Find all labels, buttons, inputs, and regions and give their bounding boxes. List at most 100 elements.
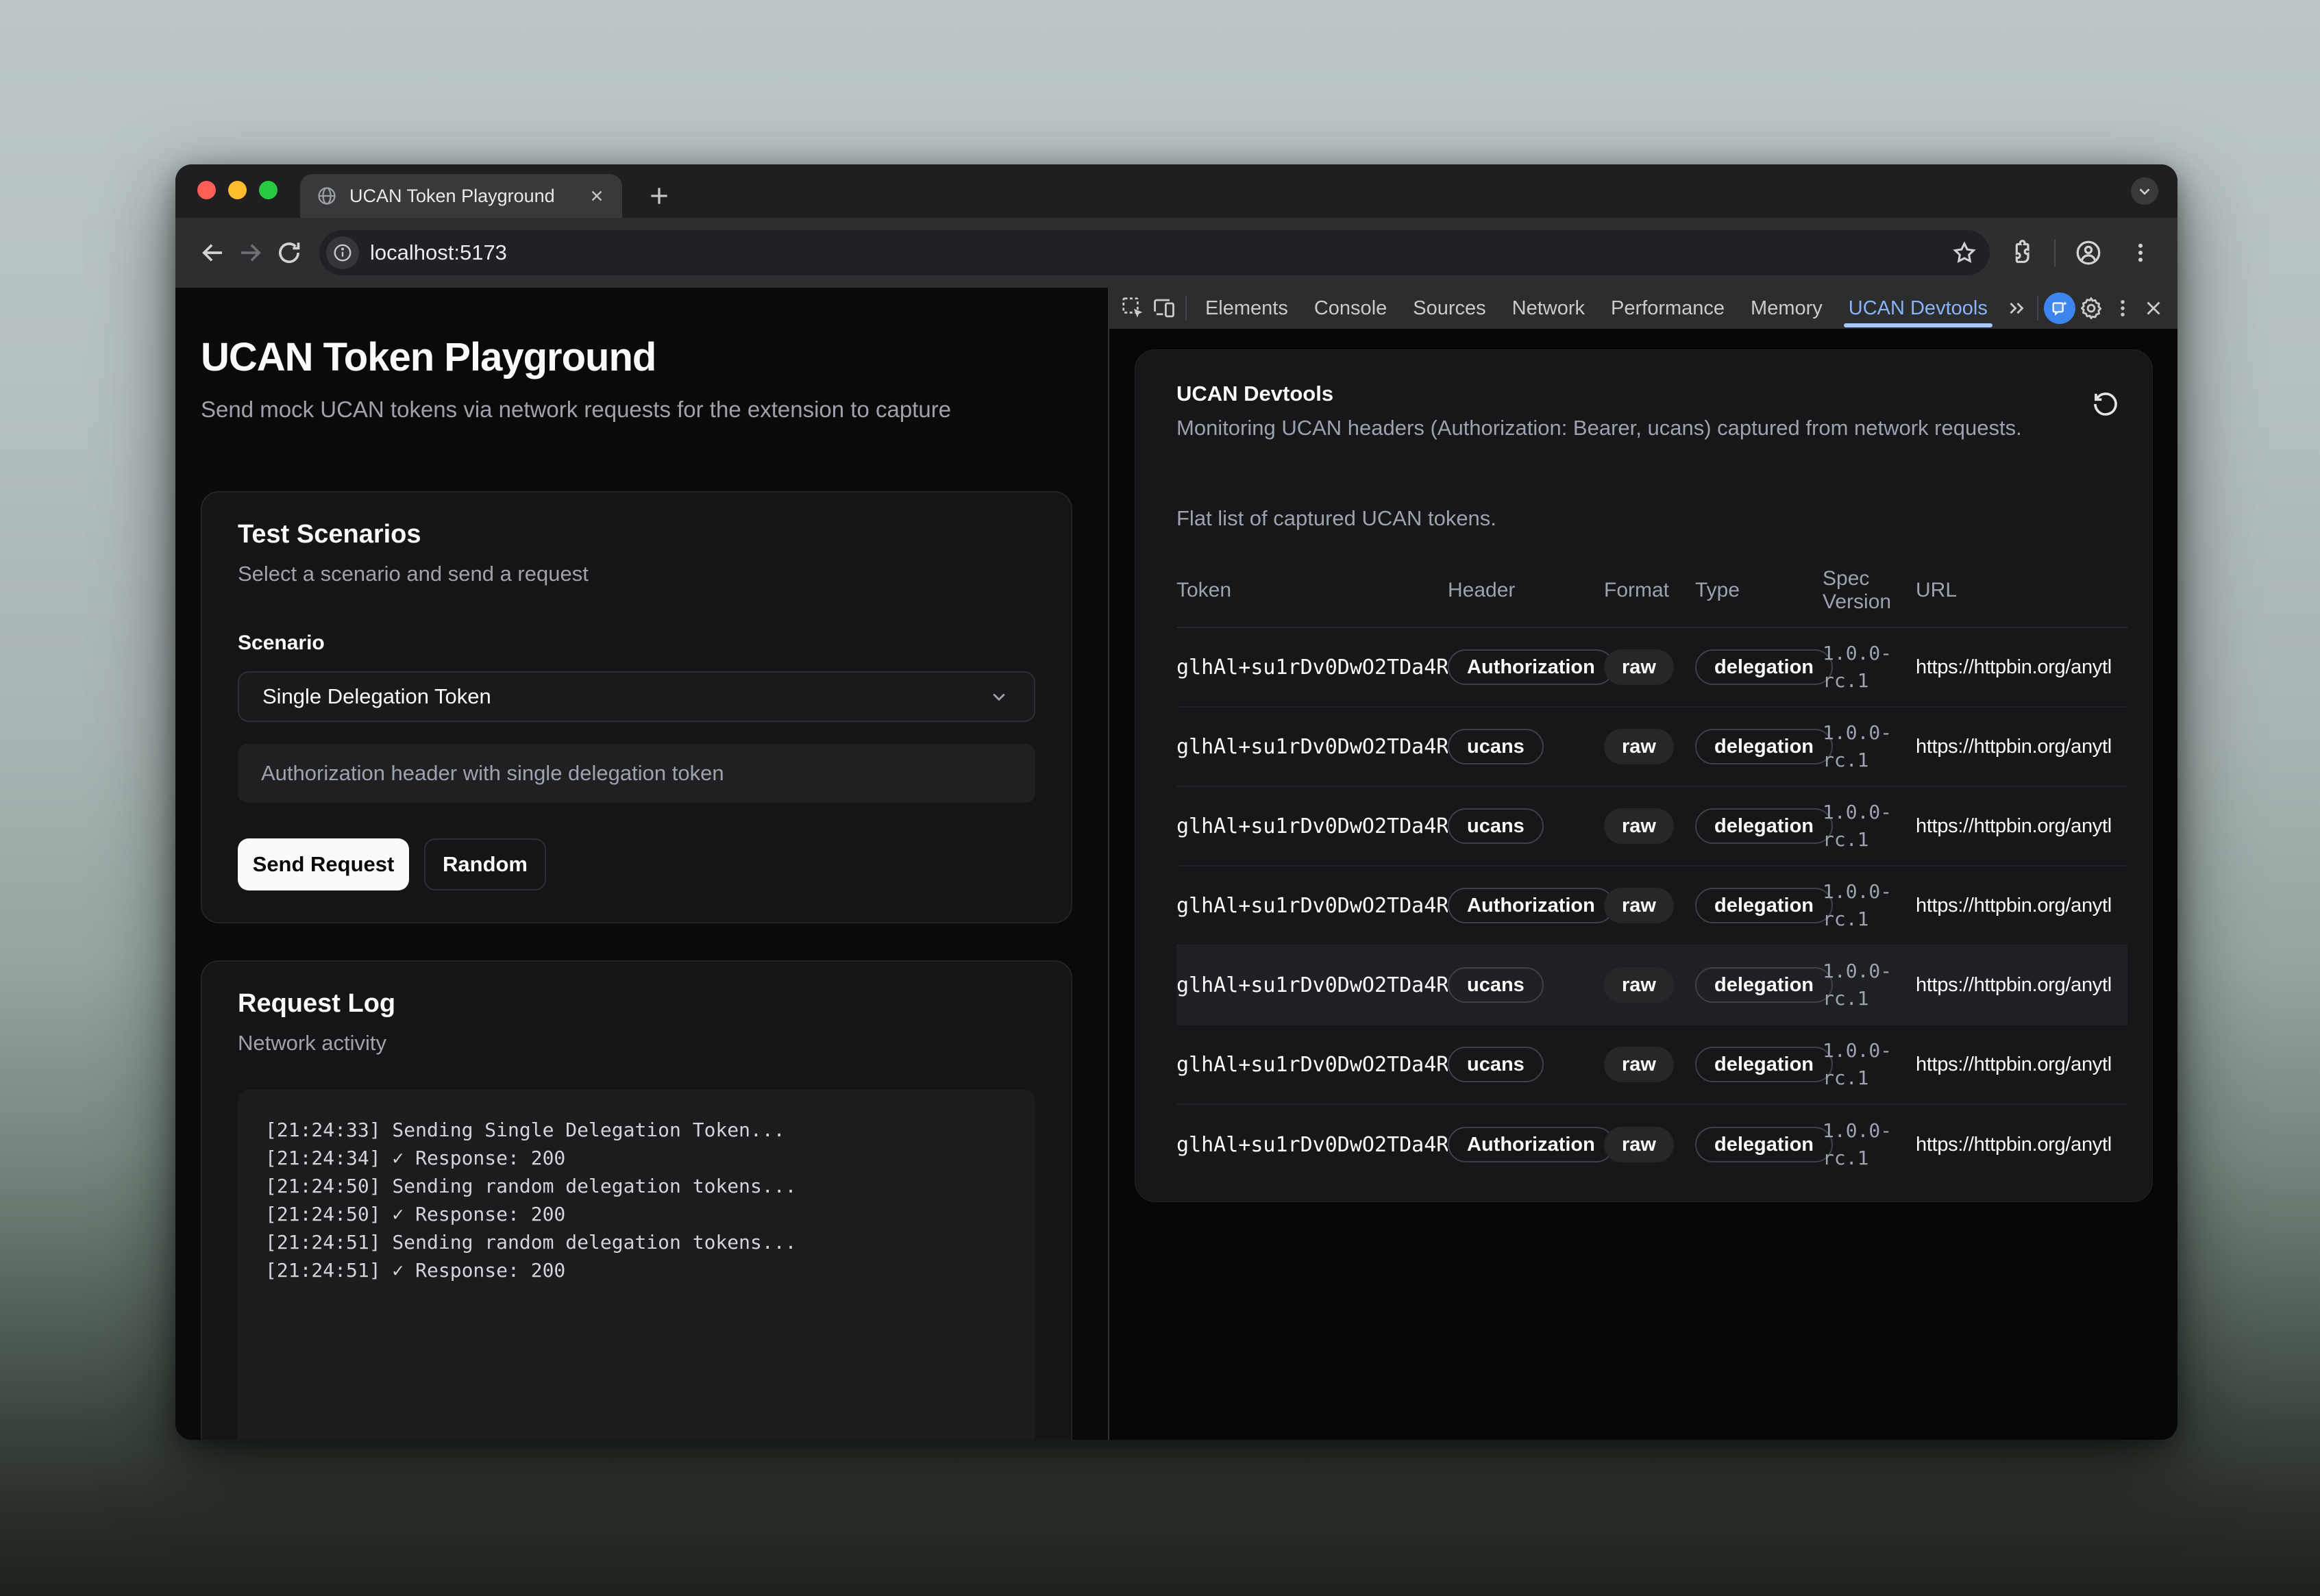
type-cell: delegation <box>1695 729 1823 764</box>
close-window-button[interactable] <box>197 181 216 199</box>
devtools-toolbar-divider-2 <box>2037 296 2038 321</box>
search-tabs-button[interactable] <box>2131 177 2158 205</box>
token-value: glhAl+su1rDv0DwO2TDa4Rd7… <box>1176 735 1448 759</box>
ai-assistance-icon[interactable] <box>2044 290 2075 326</box>
tab-performance[interactable]: Performance <box>1598 288 1738 329</box>
type-cell: delegation <box>1695 1047 1823 1082</box>
request-log-box: [21:24:33] Sending Single Delegation Tok… <box>238 1090 1035 1440</box>
token-value: glhAl+su1rDv0DwO2TDa4Rd7… <box>1176 894 1448 918</box>
tab-ucan-devtools[interactable]: UCAN Devtools <box>1836 288 2001 329</box>
tab-sources[interactable]: Sources <box>1400 288 1498 329</box>
tab-memory[interactable]: Memory <box>1738 288 1836 329</box>
scenario-select-value: Single Delegation Token <box>262 684 987 709</box>
format-badge: raw <box>1604 1127 1674 1162</box>
col-spec-version: Spec Version <box>1823 567 1916 614</box>
spec-version-value: 1.0.0- rc.1 <box>1823 958 1916 1012</box>
format-badge: raw <box>1604 967 1674 1003</box>
log-line: [21:24:33] Sending Single Delegation Tok… <box>265 1116 1008 1144</box>
profile-icon[interactable] <box>2069 234 2108 272</box>
header-badge: ucans <box>1448 967 1544 1003</box>
zoom-window-button[interactable] <box>259 181 277 199</box>
tab-elements[interactable]: Elements <box>1192 288 1301 329</box>
toolbar-right <box>2002 234 2160 272</box>
browser-toolbar: localhost:5173 <box>175 218 2177 288</box>
table-row[interactable]: glhAl+su1rDv0DwO2TDa4Rd7… Authorization … <box>1176 1105 2127 1184</box>
tab-close-icon[interactable] <box>588 187 606 205</box>
header-badge: Authorization <box>1448 888 1614 923</box>
window-content: UCAN Token Playground Send mock UCAN tok… <box>175 288 2177 1440</box>
log-line: [21:24:51] Sending random delegation tok… <box>265 1228 1008 1256</box>
devtools-content: UCAN Devtools Monitoring UCAN headers (A… <box>1109 329 2177 1440</box>
type-badge: delegation <box>1695 1047 1833 1082</box>
bookmark-star-icon[interactable] <box>1951 240 1977 266</box>
url-value: https://httpbin.org/anytl <box>1916 736 2127 758</box>
devtools-settings-gear-icon[interactable] <box>2075 290 2107 326</box>
header-cell: Authorization <box>1448 888 1604 923</box>
header-cell: Authorization <box>1448 649 1604 685</box>
col-url: URL <box>1916 579 2127 602</box>
panel-title: UCAN Devtools <box>1176 382 2127 406</box>
url-value: https://httpbin.org/anytl <box>1916 815 2127 838</box>
format-cell: raw <box>1604 1047 1695 1082</box>
spec-version-value: 1.0.0- rc.1 <box>1823 1037 1916 1092</box>
device-toolbar-icon[interactable] <box>1149 290 1181 326</box>
more-tabs-icon[interactable] <box>2001 290 2032 326</box>
type-badge: delegation <box>1695 1127 1833 1162</box>
toolbar-divider <box>2054 239 2056 266</box>
scenario-select[interactable]: Single Delegation Token <box>238 671 1035 722</box>
extensions-puzzle-icon[interactable] <box>2002 234 2040 272</box>
refresh-icon[interactable] <box>2090 390 2121 420</box>
type-badge: delegation <box>1695 888 1833 923</box>
devtools-menu-kebab-icon[interactable] <box>2107 290 2138 326</box>
titlebar: UCAN Token Playground <box>175 164 2177 218</box>
scenario-description-box: Authorization header with single delegat… <box>238 744 1035 803</box>
tokens-table: Token Header Format Type Spec Version UR… <box>1176 554 2127 1184</box>
browser-menu-kebab-icon[interactable] <box>2121 234 2160 272</box>
table-row[interactable]: glhAl+su1rDv0DwO2TDa4Rd7… Authorization … <box>1176 866 2127 946</box>
reload-icon[interactable] <box>270 234 308 272</box>
log-line: [21:24:51] ✓ Response: 200 <box>265 1256 1008 1284</box>
send-request-button[interactable]: Send Request <box>238 838 409 890</box>
header-badge: Authorization <box>1448 1127 1614 1162</box>
request-log-title: Request Log <box>238 989 1035 1019</box>
log-line: [21:24:50] Sending random delegation tok… <box>265 1172 1008 1200</box>
type-cell: delegation <box>1695 808 1823 844</box>
address-bar[interactable]: localhost:5173 <box>319 230 1990 275</box>
token-value: glhAl+su1rDv0DwO2TDa4Rd7… <box>1176 814 1448 838</box>
browser-tab[interactable]: UCAN Token Playground <box>300 174 622 218</box>
new-tab-button[interactable] <box>645 182 673 210</box>
table-row[interactable]: glhAl+su1rDv0DwO2TDa4Rd7… ucans raw dele… <box>1176 708 2127 787</box>
test-scenarios-card: Test Scenarios Select a scenario and sen… <box>201 491 1072 923</box>
col-format: Format <box>1604 579 1695 602</box>
random-button[interactable]: Random <box>424 838 546 890</box>
back-icon[interactable] <box>193 234 232 272</box>
site-info-icon[interactable] <box>326 236 359 269</box>
url-value: https://httpbin.org/anytl <box>1916 1053 2127 1076</box>
type-badge: delegation <box>1695 808 1833 844</box>
format-cell: raw <box>1604 808 1695 844</box>
tab-console[interactable]: Console <box>1301 288 1400 329</box>
spec-version-value: 1.0.0- rc.1 <box>1823 799 1916 853</box>
header-cell: Authorization <box>1448 1127 1604 1162</box>
table-row[interactable]: glhAl+su1rDv0DwO2TDa4Rd7… Authorization … <box>1176 628 2127 708</box>
header-badge: Authorization <box>1448 649 1614 685</box>
table-row[interactable]: glhAl+su1rDv0DwO2TDa4Rd7… ucans raw dele… <box>1176 946 2127 1025</box>
scenario-label: Scenario <box>238 632 1035 655</box>
forward-icon[interactable] <box>232 234 270 272</box>
table-body: glhAl+su1rDv0DwO2TDa4Rd7… Authorization … <box>1176 628 2127 1184</box>
minimize-window-button[interactable] <box>228 181 247 199</box>
table-row[interactable]: glhAl+su1rDv0DwO2TDa4Rd7… ucans raw dele… <box>1176 787 2127 866</box>
devtools-close-icon[interactable] <box>2138 290 2169 326</box>
header-cell: ucans <box>1448 967 1604 1003</box>
type-cell: delegation <box>1695 967 1823 1003</box>
url-text[interactable]: localhost:5173 <box>370 240 1940 265</box>
col-header: Header <box>1448 579 1604 602</box>
tab-network[interactable]: Network <box>1499 288 1598 329</box>
url-value: https://httpbin.org/anytl <box>1916 1134 2127 1156</box>
request-log-card: Request Log Network activity [21:24:33] … <box>201 960 1072 1440</box>
inspect-element-icon[interactable] <box>1118 290 1149 326</box>
table-row[interactable]: glhAl+su1rDv0DwO2TDa4Rd7… ucans raw dele… <box>1176 1025 2127 1105</box>
table-header-row: Token Header Format Type Spec Version UR… <box>1176 554 2127 628</box>
format-badge: raw <box>1604 649 1674 685</box>
type-badge: delegation <box>1695 649 1833 685</box>
